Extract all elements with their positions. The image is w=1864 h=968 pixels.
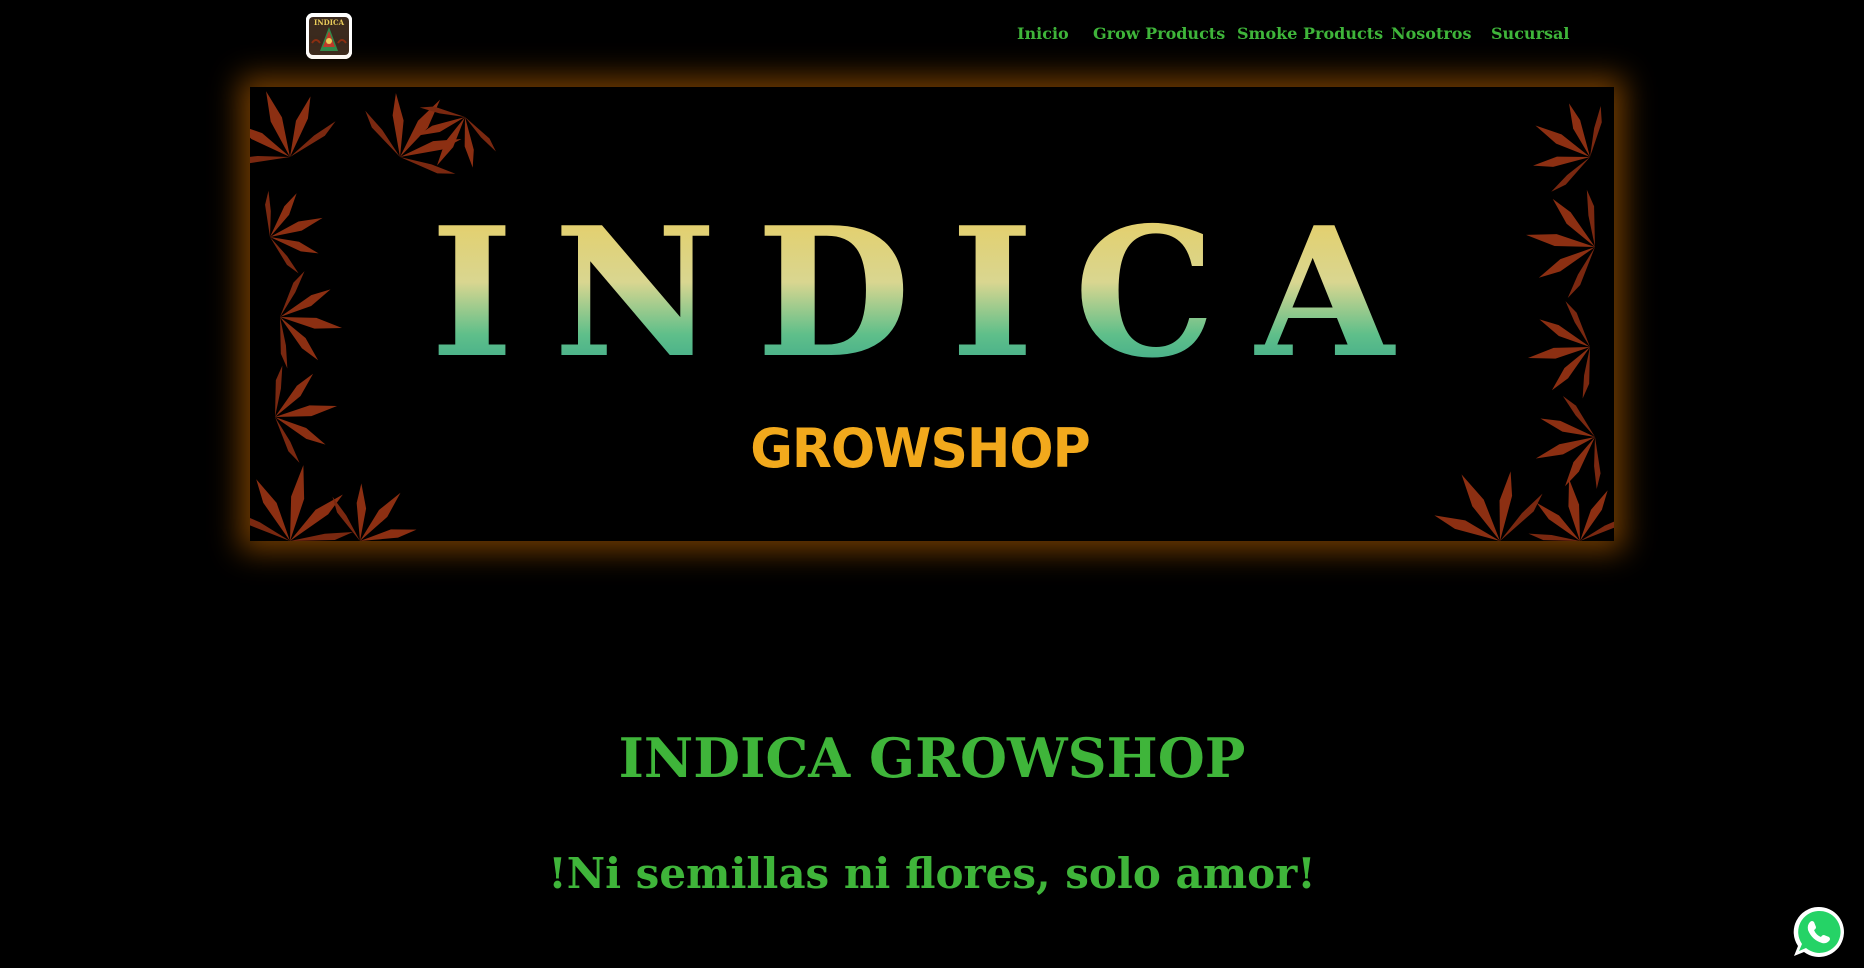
nav-smoke-products[interactable]: Smoke Products xyxy=(1237,22,1383,46)
banner-title: INDICA xyxy=(430,188,1433,397)
nav-sucursal[interactable]: Sucursal xyxy=(1491,22,1569,46)
hero-banner: INDICA GROWSHOP xyxy=(250,87,1614,541)
page-heading: INDICA GROWSHOP xyxy=(618,726,1246,790)
site-logo[interactable]: INDICA xyxy=(306,13,352,59)
whatsapp-icon xyxy=(1793,906,1844,957)
page-tagline: !Ni semillas ni flores, solo amor! xyxy=(548,849,1316,898)
banner-subtitle: GROWSHOP xyxy=(750,417,1089,480)
indica-logo-icon: INDICA xyxy=(306,13,352,59)
nav-inicio[interactable]: Inicio xyxy=(1017,22,1069,46)
nav-grow-products[interactable]: Grow Products xyxy=(1093,22,1225,46)
banner-image: INDICA GROWSHOP xyxy=(250,87,1614,541)
main-nav: Inicio Grow Products Smoke Products Noso… xyxy=(1000,22,1569,46)
nav-nosotros[interactable]: Nosotros xyxy=(1391,22,1471,46)
logo-text: INDICA xyxy=(314,18,345,27)
page: INDICA Inicio Grow Products Smoke Produc… xyxy=(0,0,1864,968)
site-header: INDICA Inicio Grow Products Smoke Produc… xyxy=(0,0,1864,68)
whatsapp-button[interactable] xyxy=(1791,905,1845,959)
